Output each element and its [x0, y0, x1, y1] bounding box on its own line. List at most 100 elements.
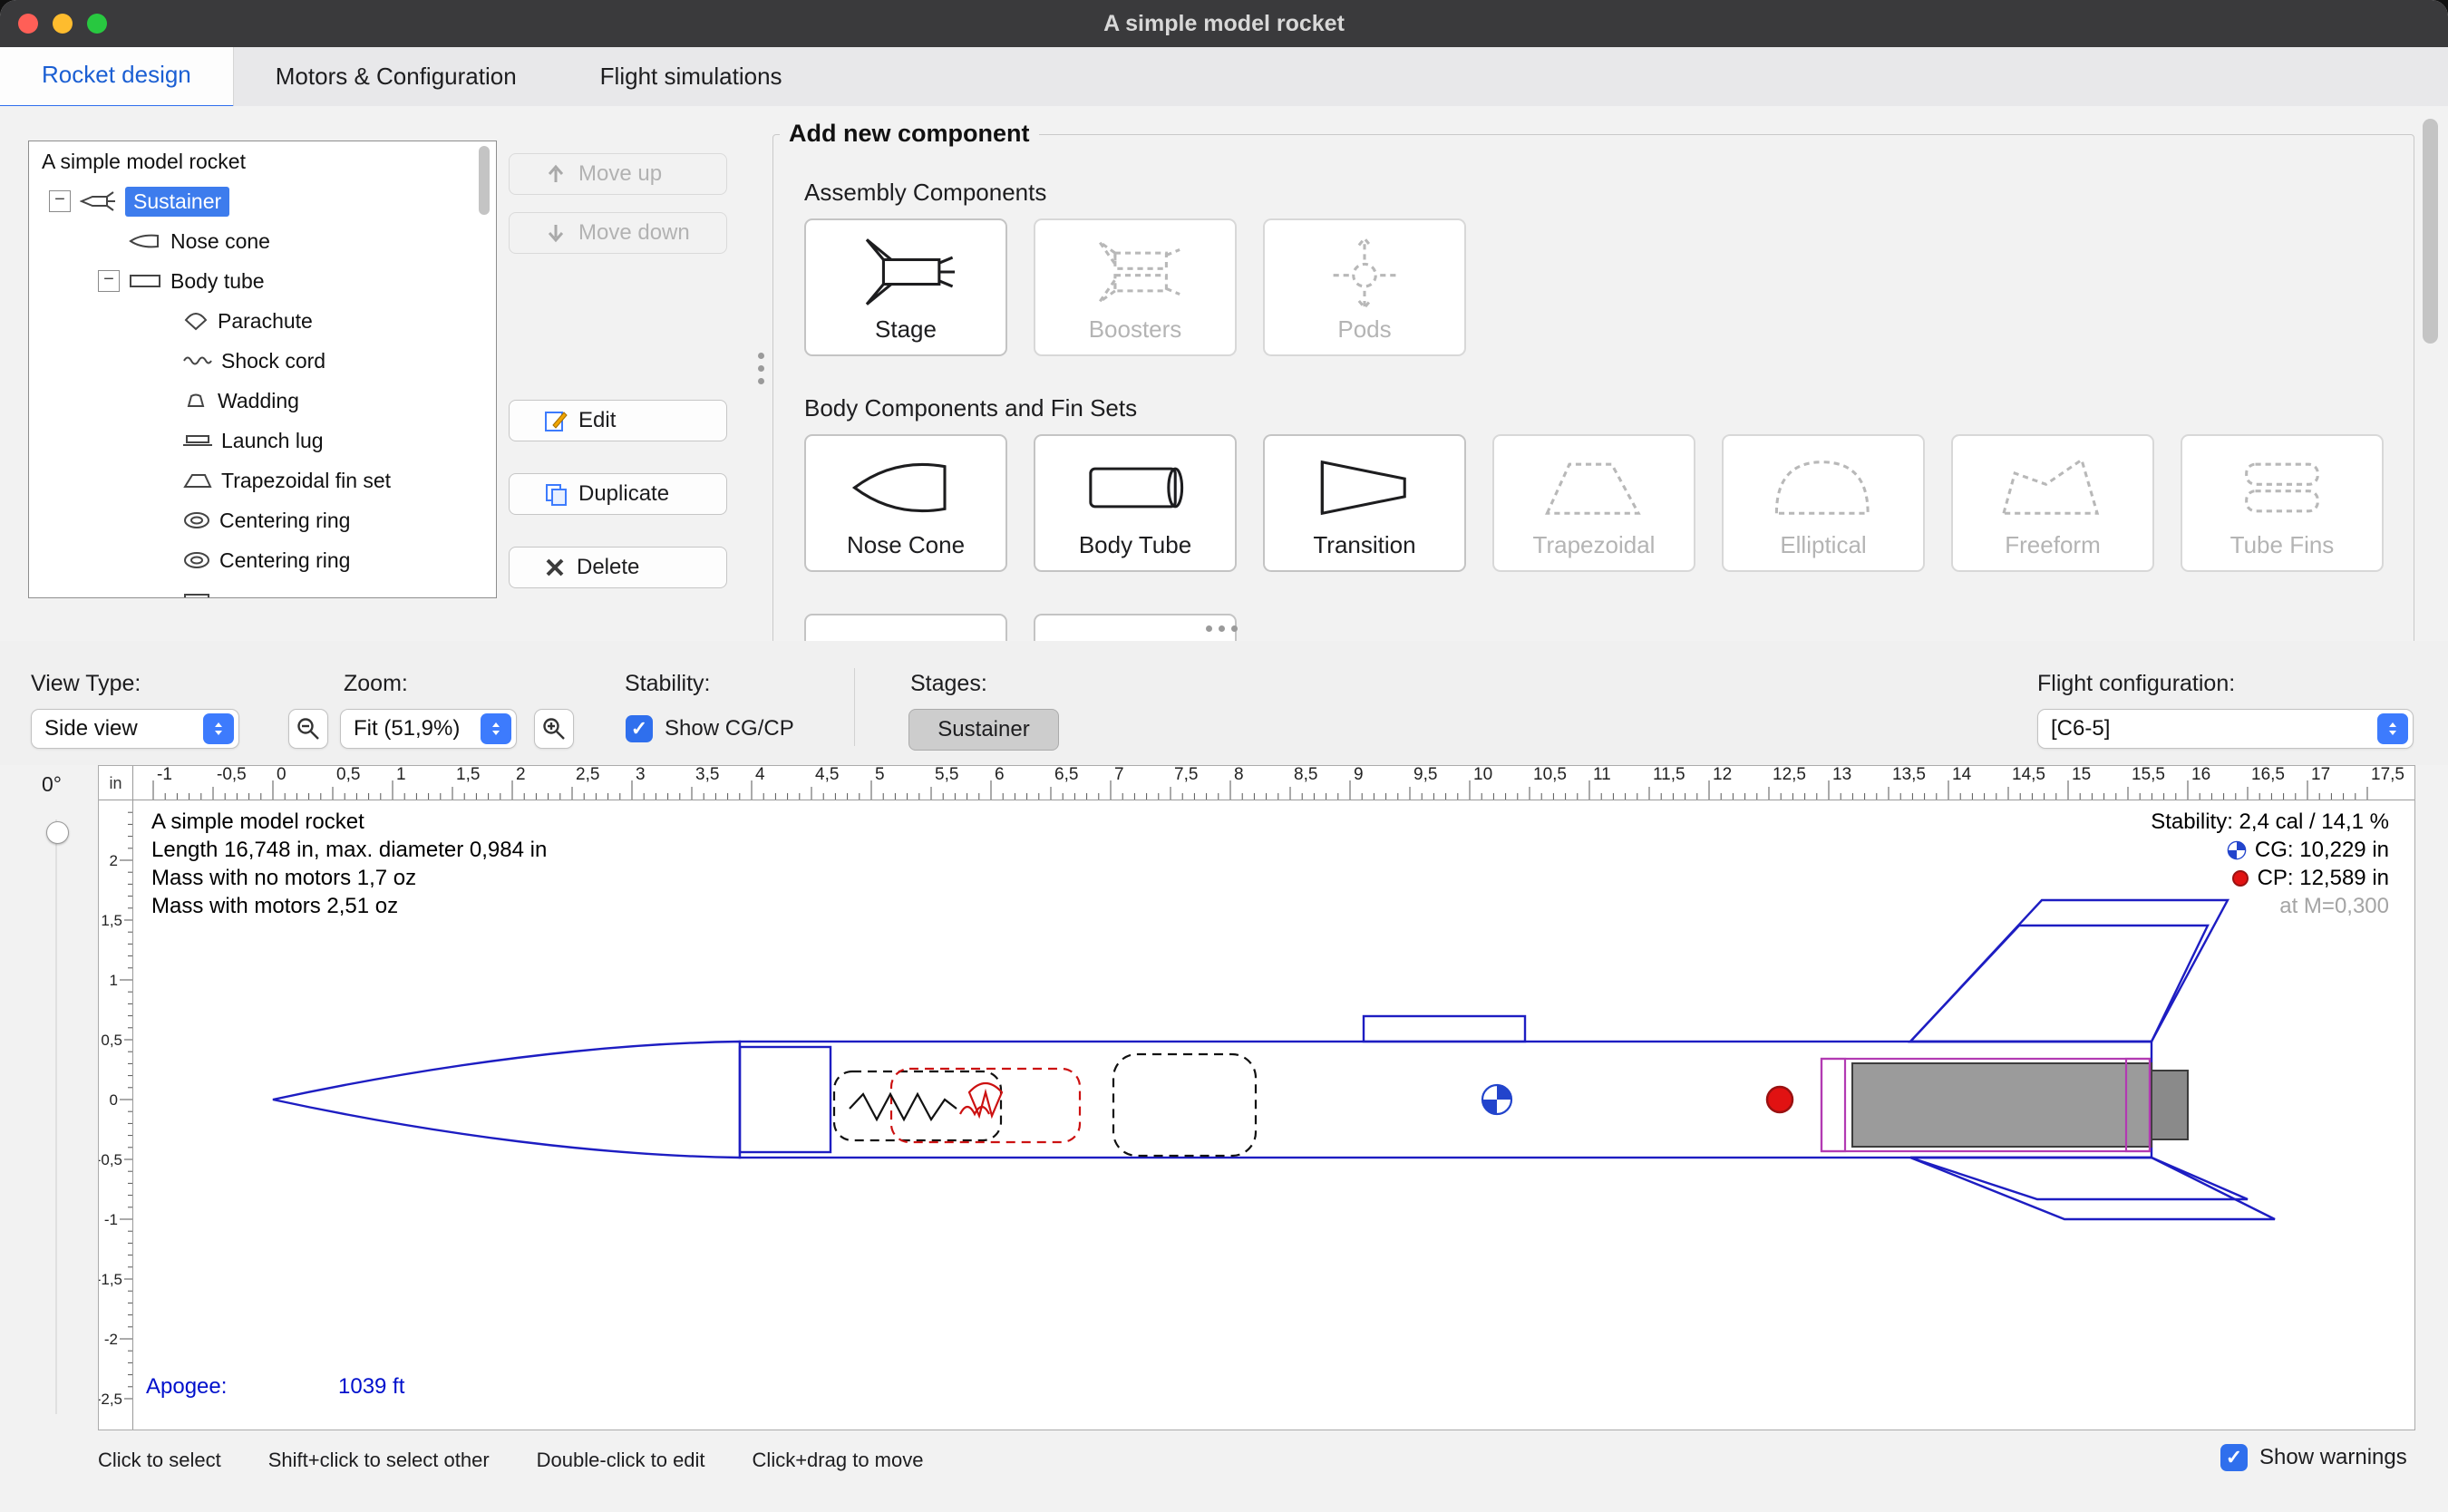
show-cgcp-checkbox[interactable]	[626, 715, 653, 742]
svg-text:14: 14	[1952, 766, 1972, 784]
tree-item-parachute[interactable]: Parachute	[29, 301, 496, 341]
mach-value: at M=0,300	[2279, 892, 2389, 920]
svg-text:11,5: 11,5	[1653, 766, 1685, 784]
add-boosters-card: Boosters	[1034, 218, 1237, 356]
tree-item-root[interactable]: A simple model rocket	[29, 141, 496, 181]
rocket-info-block: A simple model rocket Length 16,748 in, …	[151, 808, 547, 920]
view-type-select[interactable]: Side view	[31, 709, 239, 749]
move-up-button: Move up	[509, 153, 727, 195]
svg-text:11: 11	[1593, 766, 1611, 784]
component-tree[interactable]: A simple model rocket − Sustainer Nose c…	[28, 141, 497, 598]
tree-item-partial[interactable]	[29, 580, 496, 598]
tree-item-nose-cone[interactable]: Nose cone	[29, 221, 496, 261]
duplicate-button[interactable]: Duplicate	[509, 473, 727, 515]
rotation-slider-knob[interactable]	[46, 821, 69, 844]
transition-icon	[1297, 449, 1433, 527]
window-title: A simple model rocket	[0, 0, 2448, 47]
edit-button[interactable]: Edit	[509, 400, 727, 441]
body-tube-icon	[1067, 449, 1203, 527]
rocket-canvas[interactable]: in -1-0,500,511,522,533,544,555,566,577,…	[98, 765, 2415, 1430]
edit-pencil-icon	[544, 409, 568, 432]
svg-text:-2: -2	[104, 1331, 118, 1348]
show-warnings-label: Show warnings	[2259, 1445, 2407, 1470]
show-cgcp-checkbox-row[interactable]: Show CG/CP	[626, 715, 794, 742]
app-window: A simple model rocket Rocket design Moto…	[0, 0, 2448, 1512]
show-cgcp-label: Show CG/CP	[665, 716, 794, 741]
svg-text:9: 9	[1354, 766, 1364, 784]
zoom-select[interactable]: Fit (51,9%)	[340, 709, 517, 749]
tree-item-sustainer[interactable]: − Sustainer	[29, 181, 496, 221]
stages-label: Stages:	[910, 671, 987, 697]
zoom-out-button[interactable]	[288, 709, 328, 749]
cp-symbol	[1767, 1087, 1792, 1112]
svg-text:-1: -1	[157, 766, 172, 784]
svg-text:8,5: 8,5	[1294, 766, 1317, 784]
tree-item-launch-lug[interactable]: Launch lug	[29, 421, 496, 460]
zoom-out-icon	[296, 716, 321, 741]
arrow-up-icon	[544, 162, 568, 186]
add-freeform-card: Freeform	[1951, 434, 2154, 572]
trapezoidal-fin-icon	[1526, 449, 1662, 527]
select-stepper-icon	[203, 713, 234, 744]
add-component-title: Add new component	[780, 120, 1039, 148]
tree-scrollbar-thumb[interactable]	[479, 146, 490, 215]
cg-symbol	[1482, 1085, 1511, 1114]
svg-text:17,5: 17,5	[2371, 766, 2404, 784]
window-scrollbar-thumb[interactable]	[2423, 119, 2438, 344]
tree-item-centering-ring-2[interactable]: Centering ring	[29, 540, 496, 580]
svg-text:2: 2	[110, 852, 118, 869]
add-transition-card[interactable]: Transition	[1263, 434, 1466, 572]
add-stage-card[interactable]: Stage	[804, 218, 1007, 356]
svg-text:7,5: 7,5	[1174, 766, 1198, 784]
stage-icon	[838, 233, 974, 311]
add-elliptical-card: Elliptical	[1722, 434, 1925, 572]
stability-label: Stability:	[625, 671, 710, 697]
svg-text:15,5: 15,5	[2132, 766, 2165, 784]
arrow-down-icon	[544, 221, 568, 245]
parachute-icon	[183, 311, 209, 331]
body-components-label: Body Components and Fin Sets	[804, 394, 1137, 422]
rocket-drawing-area[interactable]: A simple model rocket Length 16,748 in, …	[133, 800, 2414, 1430]
flight-configuration-select[interactable]: [C6-5]	[2037, 709, 2414, 749]
stage-toggle-sustainer[interactable]: Sustainer	[908, 709, 1059, 751]
assembly-components-label: Assembly Components	[804, 179, 1046, 207]
svg-text:6: 6	[995, 766, 1005, 784]
tree-item-centering-ring-1[interactable]: Centering ring	[29, 500, 496, 540]
svg-text:5: 5	[875, 766, 885, 784]
tab-motors-configuration[interactable]: Motors & Configuration	[234, 47, 559, 105]
svg-text:-1: -1	[104, 1211, 118, 1228]
svg-text:3: 3	[636, 766, 646, 784]
svg-text:7: 7	[1114, 766, 1124, 784]
zoom-in-icon	[541, 716, 567, 741]
tree-item-shock-cord[interactable]: Shock cord	[29, 341, 496, 381]
add-body-tube-card[interactable]: Body Tube	[1034, 434, 1237, 572]
view-toolbar: View Type: Side view Zoom: Fit (51,9%) S…	[0, 641, 2448, 765]
svg-text:0,5: 0,5	[336, 766, 360, 784]
collapse-handle-icon[interactable]: −	[49, 190, 71, 212]
hint-shift-click: Shift+click to select other	[268, 1449, 490, 1472]
vertical-splitter-handle[interactable]	[758, 353, 765, 384]
flight-configuration-label: Flight configuration:	[2037, 671, 2235, 697]
svg-text:1: 1	[110, 972, 118, 989]
horizontal-splitter-handle[interactable]	[1206, 625, 1238, 632]
tab-rocket-design[interactable]: Rocket design	[0, 47, 234, 109]
zoom-in-button[interactable]	[534, 709, 574, 749]
tree-item-wadding[interactable]: Wadding	[29, 381, 496, 421]
svg-text:13: 13	[1832, 766, 1851, 784]
svg-text:1,5: 1,5	[456, 766, 480, 784]
tab-flight-simulations[interactable]: Flight simulations	[559, 47, 824, 105]
show-warnings-row[interactable]: Show warnings	[2220, 1444, 2407, 1471]
add-nose-cone-card[interactable]: Nose Cone	[804, 434, 1007, 572]
cg-icon	[2227, 840, 2247, 860]
tree-item-trapezoidal-fin-set[interactable]: Trapezoidal fin set	[29, 460, 496, 500]
collapse-handle-icon[interactable]: −	[98, 270, 120, 292]
rotation-slider-track	[55, 819, 57, 1414]
svg-text:4: 4	[755, 766, 765, 784]
tree-item-body-tube[interactable]: − Body tube	[29, 261, 496, 301]
delete-button[interactable]: Delete	[509, 547, 727, 588]
show-warnings-checkbox[interactable]	[2220, 1444, 2248, 1471]
horizontal-ruler: -1-0,500,511,522,533,544,555,566,577,588…	[133, 766, 2414, 800]
launch-lug-outline	[1364, 1016, 1525, 1042]
add-tube-fins-card: Tube Fins	[2181, 434, 2384, 572]
svg-text:0: 0	[277, 766, 287, 784]
